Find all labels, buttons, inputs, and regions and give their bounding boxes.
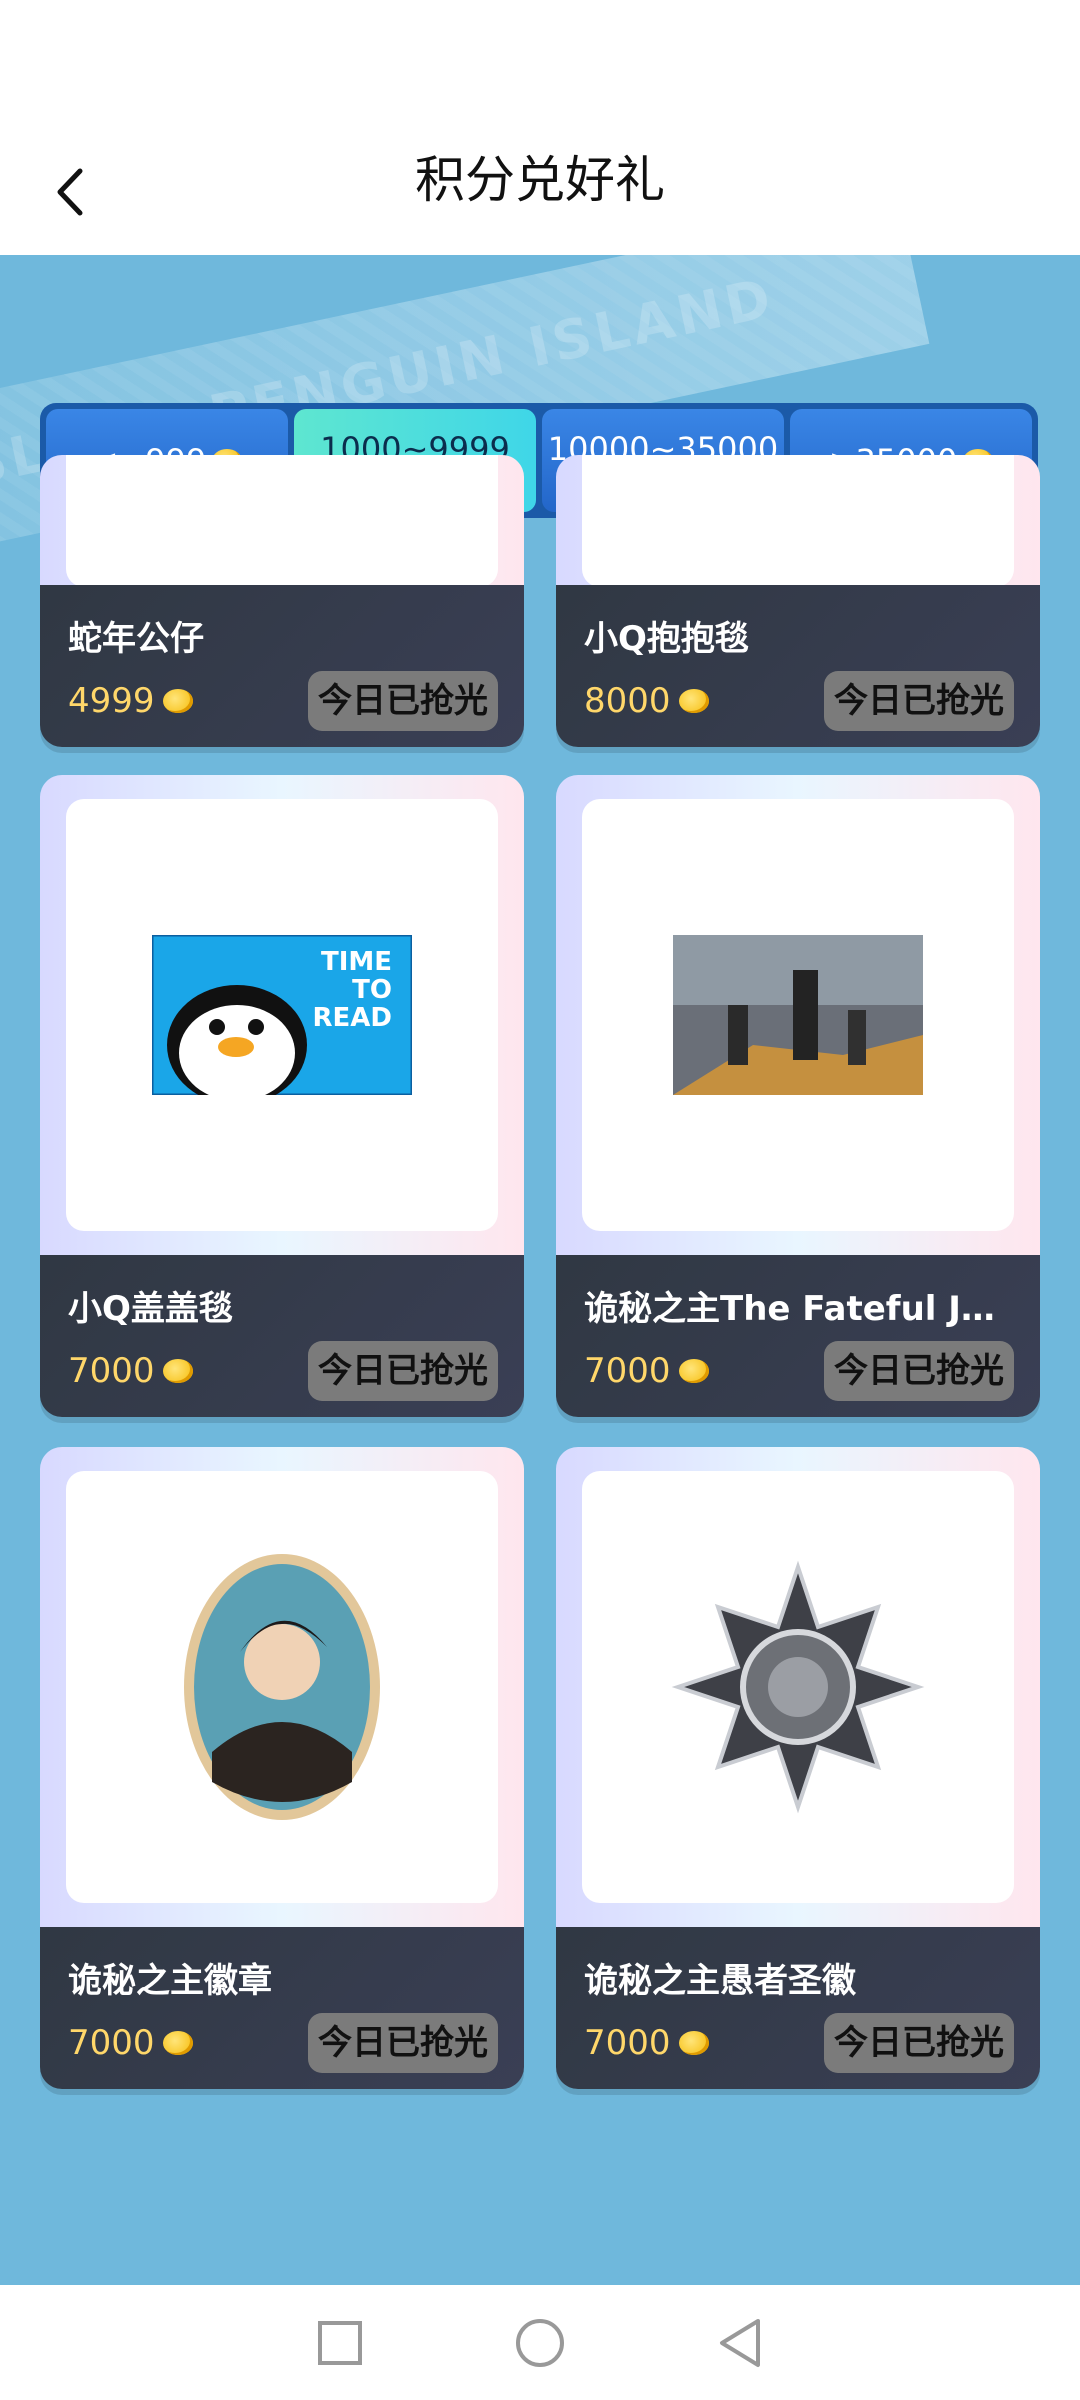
svg-text:TIME: TIME: [321, 947, 392, 977]
page-title: 积分兑好礼: [415, 151, 665, 209]
holy-emblem-image: [671, 1560, 925, 1814]
sold-out-button[interactable]: 今日已抢光: [824, 671, 1014, 731]
product-image: [582, 1471, 1014, 1903]
sold-out-button[interactable]: 今日已抢光: [308, 671, 498, 731]
product-card[interactable]: 蛇年公仔 4999 今日已抢光: [40, 455, 524, 747]
main-content[interactable]: ISLAND PENGUIN ISLAND <=999 1000~9999 10…: [0, 255, 1080, 2285]
product-card[interactable]: 诡秘之主The Fateful Jou... 7000 今日已抢光: [556, 775, 1040, 1417]
product-image: [66, 1471, 498, 1903]
coin-icon: [678, 689, 709, 713]
product-price: 7000: [68, 2023, 193, 2063]
product-card[interactable]: TIME TO READ 小Q盖盖毯 7000 今日已抢光: [40, 775, 524, 1417]
coin-icon: [678, 2031, 709, 2055]
product-name: 诡秘之主徽章: [68, 1961, 272, 2001]
coin-icon: [678, 1359, 709, 1383]
product-price: 4999: [68, 681, 193, 721]
price-value: 7000: [68, 2023, 155, 2063]
coin-icon: [162, 689, 193, 713]
penguin-blanket-image: TIME TO READ: [152, 935, 412, 1095]
header: 积分兑好礼: [0, 130, 1080, 255]
price-value: 8000: [584, 681, 671, 721]
nav-square-icon[interactable]: [316, 2319, 364, 2367]
coin-icon: [162, 1359, 193, 1383]
product-price: 7000: [584, 1351, 709, 1391]
product-image: [582, 455, 1014, 587]
svg-text:TO: TO: [352, 975, 392, 1005]
nav-circle-icon[interactable]: [514, 2317, 566, 2369]
price-value: 7000: [584, 2023, 671, 2063]
svg-text:READ: READ: [313, 1003, 393, 1033]
sold-out-button[interactable]: 今日已抢光: [824, 1341, 1014, 1401]
price-value: 7000: [68, 1351, 155, 1391]
badge-portrait-image: [184, 1554, 380, 1820]
product-name: 诡秘之主愚者圣徽: [584, 1961, 856, 2001]
product-card[interactable]: 诡秘之主愚者圣徽 7000 今日已抢光: [556, 1447, 1040, 2089]
system-nav-bar: [0, 2285, 1080, 2400]
product-image: [66, 455, 498, 587]
sold-out-button[interactable]: 今日已抢光: [824, 2013, 1014, 2073]
price-value: 7000: [584, 1351, 671, 1391]
sold-out-button[interactable]: 今日已抢光: [308, 1341, 498, 1401]
sold-out-button[interactable]: 今日已抢光: [308, 2013, 498, 2073]
product-image: TIME TO READ: [66, 799, 498, 1231]
product-name: 小Q盖盖毯: [68, 1289, 233, 1329]
product-price: 7000: [584, 2023, 709, 2063]
status-bar: [0, 0, 1080, 130]
fateful-journey-art-image: [673, 935, 923, 1095]
product-name: 小Q抱抱毯: [584, 619, 749, 659]
product-name: 诡秘之主The Fateful Jou...: [584, 1289, 1014, 1329]
product-card[interactable]: 诡秘之主徽章 7000 今日已抢光: [40, 1447, 524, 2089]
product-image: [582, 799, 1014, 1231]
product-price: 8000: [584, 681, 709, 721]
nav-back-icon[interactable]: [716, 2317, 764, 2369]
product-price: 7000: [68, 1351, 193, 1391]
price-value: 4999: [68, 681, 155, 721]
product-card[interactable]: 小Q抱抱毯 8000 今日已抢光: [556, 455, 1040, 747]
product-name: 蛇年公仔: [68, 619, 204, 659]
coin-icon: [162, 2031, 193, 2055]
